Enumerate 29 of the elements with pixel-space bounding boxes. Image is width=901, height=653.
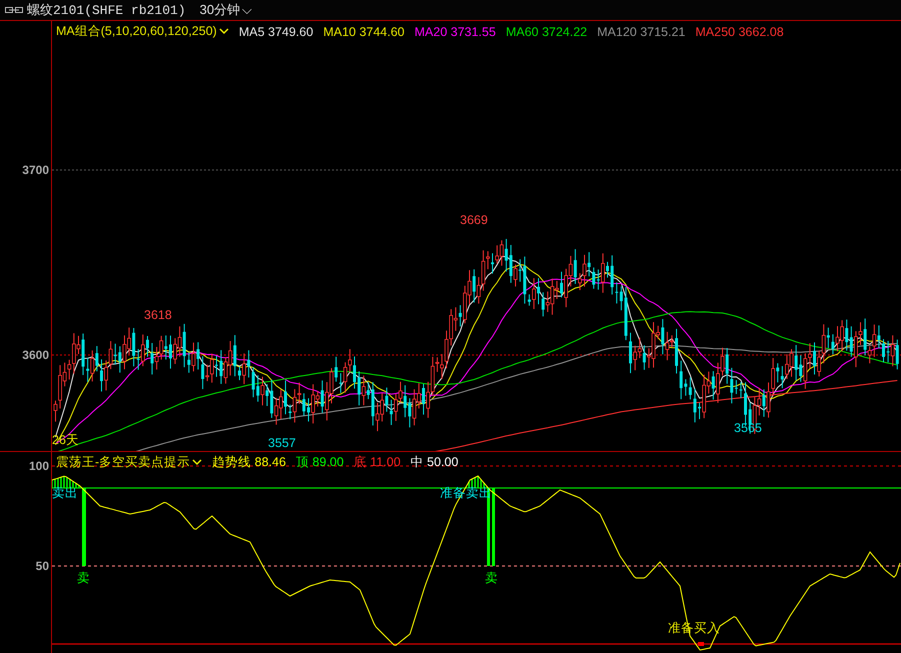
indicator-value: 中 50.00 xyxy=(410,454,458,471)
indicator-value: 趋势线 88.46 xyxy=(212,454,286,471)
ma-value: MA20 3731.55 xyxy=(414,24,496,38)
instrument-title: 螺纹2101(SHFE rb2101) xyxy=(27,2,186,19)
caret-icon xyxy=(218,28,229,35)
ma-value: MA5 3749.60 xyxy=(238,24,314,38)
indicator-value: 底 11.00 xyxy=(354,454,401,471)
signal-label: 卖 xyxy=(485,570,498,587)
caret-icon xyxy=(192,459,202,466)
indicator-dropdown[interactable]: MA组合(5,10,20,60,120,250) xyxy=(56,23,229,40)
signal-label: 卖 xyxy=(77,570,90,587)
ma-value: MA120 3715.21 xyxy=(597,24,686,38)
link-icon[interactable] xyxy=(5,6,23,14)
ma-value: MA60 3724.22 xyxy=(506,24,588,38)
signal-label: 卖出 xyxy=(52,485,78,502)
axis-label: 3600 xyxy=(22,348,49,362)
buy-marker xyxy=(698,642,704,646)
axis-label: 3700 xyxy=(22,163,49,177)
ma-value: MA10 3744.60 xyxy=(323,24,404,38)
axis-label: 50 xyxy=(36,559,49,573)
price-label: 3669 xyxy=(460,213,488,227)
axis-label: 100 xyxy=(28,459,49,473)
price-label: 3557 xyxy=(268,436,296,450)
price-label: 3618 xyxy=(144,308,172,322)
indicator-dropdown[interactable]: 震荡王-多空买卖点提示 xyxy=(56,454,202,471)
period-dropdown[interactable]: 30分钟⌵ xyxy=(200,1,252,19)
hatch-fill-drawing xyxy=(52,476,80,488)
ma-value: MA250 3662.08 xyxy=(695,24,784,38)
indicator-value: 顶 89.00 xyxy=(296,454,344,471)
